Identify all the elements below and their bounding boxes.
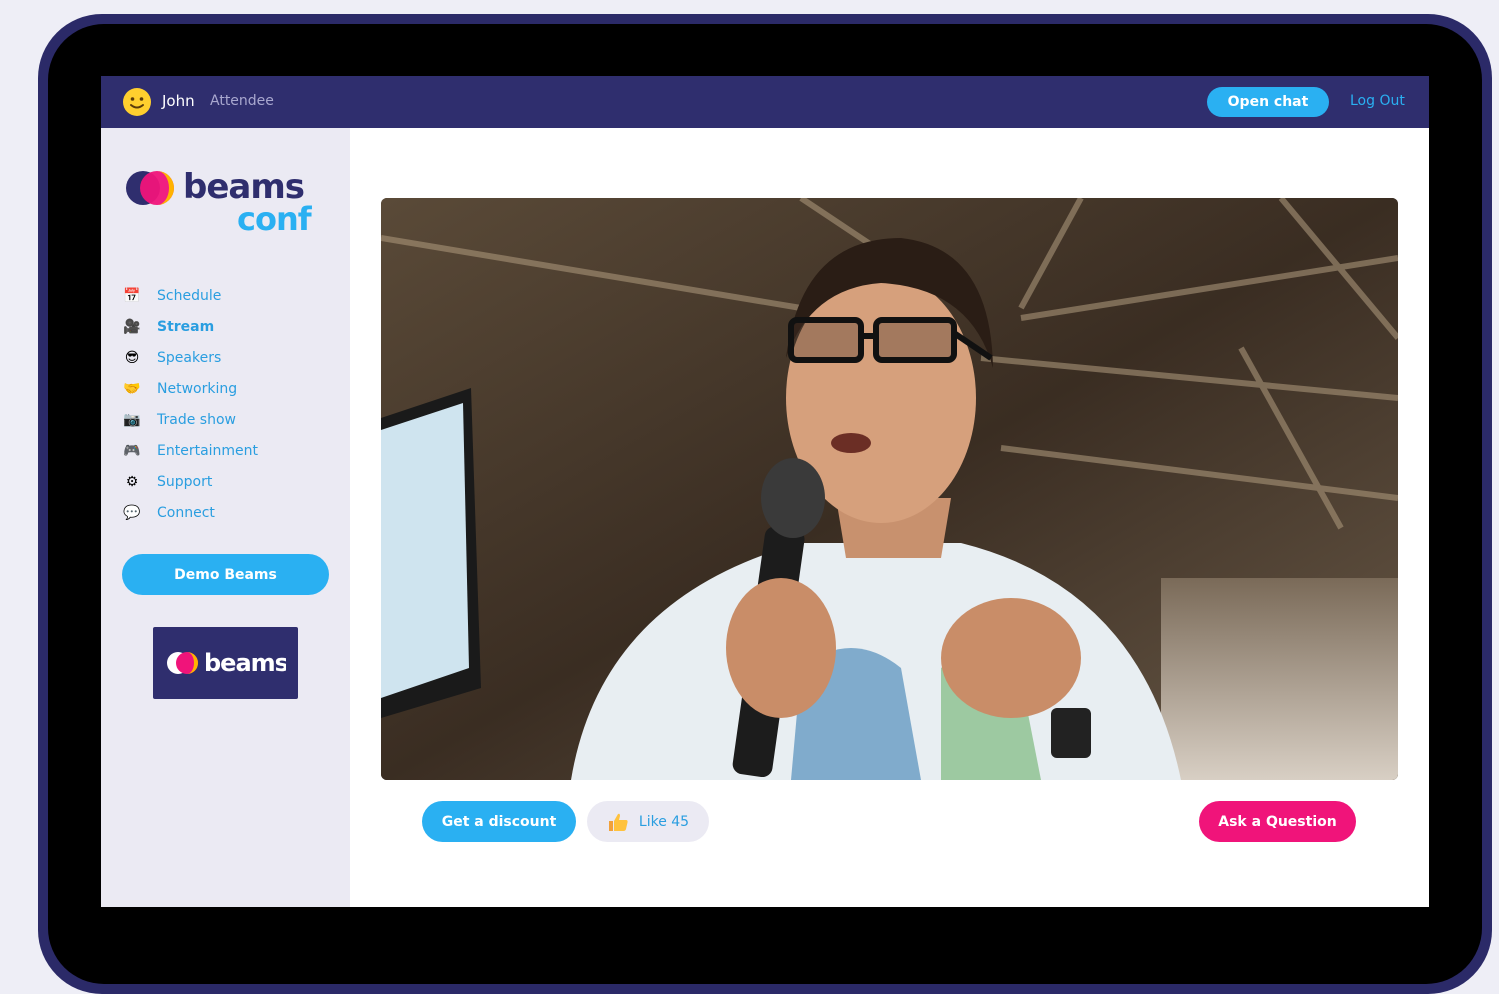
sponsor-wordmark: beams	[204, 649, 286, 677]
sidebar-item-support[interactable]: ⚙ Support	[121, 466, 258, 497]
sidebar-item-entertainment[interactable]: 🎮 Entertainment	[121, 435, 258, 466]
open-chat-button[interactable]: Open chat	[1207, 87, 1329, 117]
sidebar-item-stream[interactable]: 🎥 Stream	[121, 311, 258, 342]
beams-logo-icon: beams	[166, 649, 286, 677]
calendar-icon: 📅	[123, 287, 141, 304]
logout-link[interactable]: Log Out	[1350, 93, 1405, 109]
sidebar-item-label: Entertainment	[157, 442, 259, 459]
user-role: Attendee	[210, 93, 274, 109]
sidebar-item-connect[interactable]: 💬 Connect	[121, 497, 258, 528]
video-actions: Get a discount Like 45	[422, 801, 709, 842]
sidebar-item-label: Connect	[157, 504, 215, 521]
sidebar-item-speakers[interactable]: 😎 Speakers	[121, 342, 258, 373]
sunglasses-face-icon: 😎	[124, 349, 140, 366]
camera-icon: 📷	[123, 411, 141, 428]
get-discount-button[interactable]: Get a discount	[422, 801, 576, 842]
sidebar-item-label: Support	[157, 473, 213, 490]
sidebar: beams conf 📅 Schedule 🎥 Stream 😎 Speaker…	[101, 128, 350, 907]
sidebar-item-schedule[interactable]: 📅 Schedule	[121, 280, 258, 311]
like-label: Like 45	[638, 813, 690, 830]
sidebar-item-trade-show[interactable]: 📷 Trade show	[121, 404, 258, 435]
ask-question-button[interactable]: Ask a Question	[1199, 801, 1356, 842]
speech-bubble-icon: 💬	[123, 504, 141, 521]
gear-icon: ⚙	[125, 473, 139, 490]
like-button[interactable]: Like 45	[587, 801, 709, 842]
sidebar-item-networking[interactable]: 🤝 Networking	[121, 373, 258, 404]
sidebar-item-label: Speakers	[157, 349, 222, 366]
logo-submark: conf	[237, 200, 313, 236]
smiley-face-icon[interactable]	[122, 87, 152, 117]
user-name: John	[162, 92, 195, 110]
sidebar-item-label: Networking	[157, 380, 238, 397]
speaker-video-frame	[381, 198, 1398, 780]
beams-conf-logo[interactable]: beams conf	[121, 166, 331, 236]
sidebar-item-label: Trade show	[157, 411, 236, 428]
sidebar-nav: 📅 Schedule 🎥 Stream 😎 Speakers 🤝 Network…	[121, 280, 258, 528]
movie-camera-icon: 🎥	[123, 318, 141, 335]
video-stream[interactable]	[381, 198, 1398, 780]
top-bar: John Attendee Open chat Log Out	[101, 76, 1429, 128]
sponsor-logo[interactable]: beams	[153, 627, 298, 699]
handshake-icon: 🤝	[123, 380, 141, 397]
demo-beams-button[interactable]: Demo Beams	[122, 554, 329, 595]
sidebar-item-label: Schedule	[157, 287, 222, 304]
sidebar-item-label: Stream	[157, 318, 215, 335]
thumbs-up-icon	[608, 813, 628, 831]
app-screen: John Attendee Open chat Log Out beams co…	[101, 76, 1429, 907]
gamepad-icon: 🎮	[123, 442, 141, 459]
